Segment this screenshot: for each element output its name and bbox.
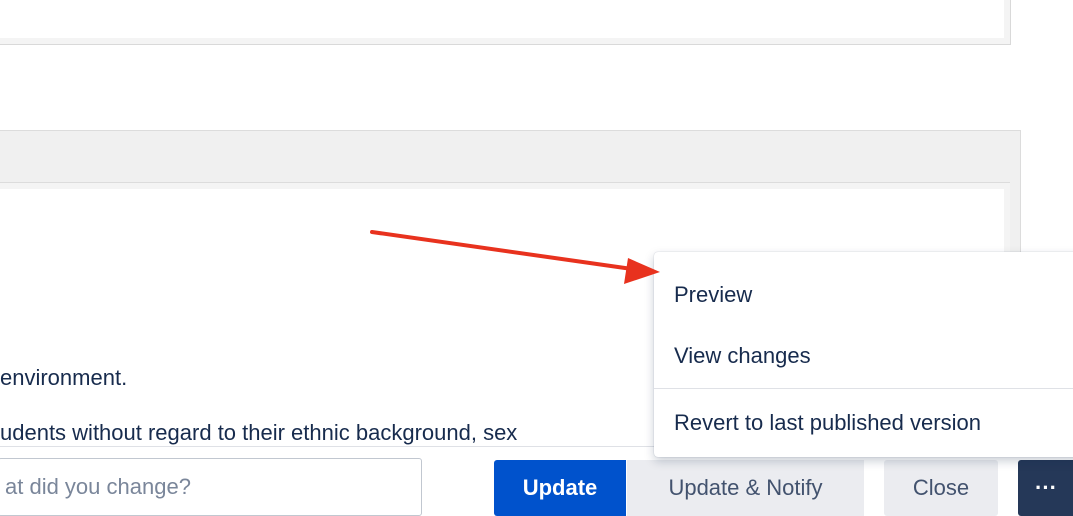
more-options-button[interactable]: ··· — [1018, 460, 1073, 516]
body-text-line-1: environment. — [0, 365, 128, 390]
change-comment-input[interactable] — [0, 458, 422, 516]
more-icon: ··· — [1035, 475, 1057, 500]
more-options-menu: Preview View changes Revert to last publ… — [654, 252, 1073, 457]
panel-header — [0, 130, 1021, 183]
body-text-line-2: udents without regard to their ethnic ba… — [0, 420, 518, 445]
update-button[interactable]: Update — [494, 460, 626, 516]
divider — [0, 446, 665, 447]
menu-item-view-changes[interactable]: View changes — [674, 343, 811, 369]
top-content-panel — [0, 0, 1011, 45]
close-button[interactable]: Close — [884, 460, 998, 516]
menu-item-preview[interactable]: Preview — [674, 282, 752, 308]
menu-separator — [654, 388, 1073, 389]
menu-item-revert[interactable]: Revert to last published version — [674, 410, 981, 436]
update-notify-button[interactable]: Update & Notify — [627, 460, 864, 516]
